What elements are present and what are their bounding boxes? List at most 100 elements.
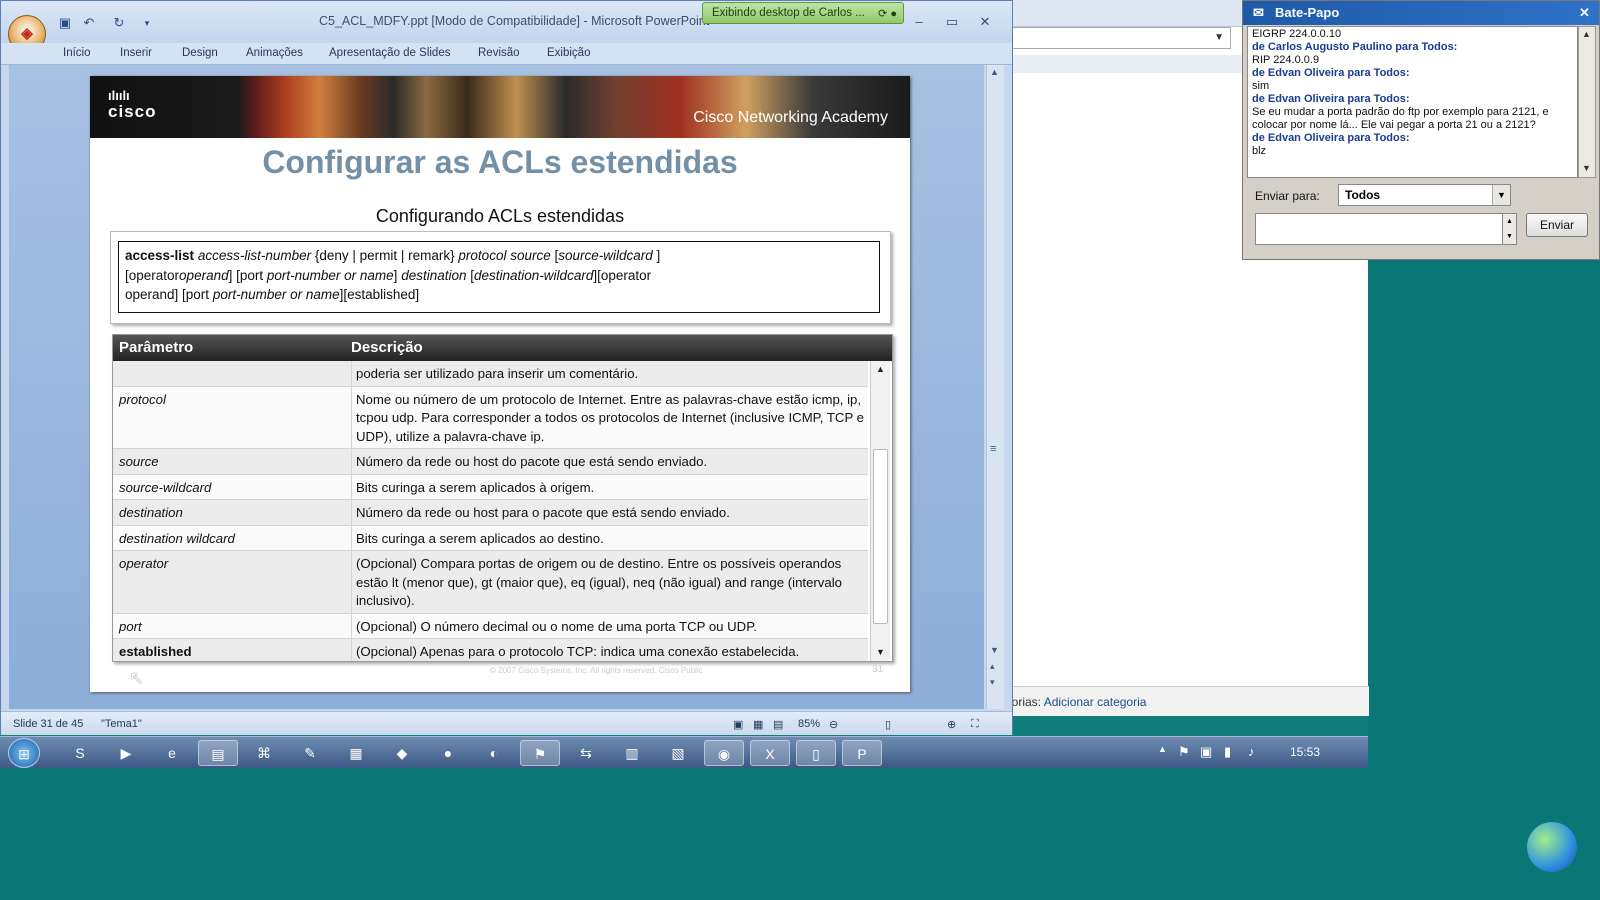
- header-descricao: Descrição: [351, 339, 423, 356]
- chat-message: EIGRP 224.0.0.10: [1252, 28, 1342, 40]
- table-row: destination wildcard Bits curinga a serem…: [113, 525, 868, 551]
- customize-qat-icon[interactable]: ▾: [139, 15, 155, 31]
- chat-sender: de Carlos Augusto Paulino para Todos:: [1252, 41, 1458, 53]
- category-footer: gorias: Adicionar categoria: [1001, 686, 1369, 716]
- scroll-thumb[interactable]: ≡: [990, 443, 996, 455]
- excel-icon[interactable]: X: [750, 740, 790, 766]
- close-icon[interactable]: ✕: [1579, 5, 1590, 21]
- tab-animacoes[interactable]: Animações: [246, 47, 303, 59]
- slide-footer: © 2007 Cisco Systems, Inc. All rights re…: [490, 666, 703, 675]
- scroll-down-icon[interactable]: ▼: [876, 647, 885, 657]
- table-row: established (Opcional) Apenas para o prot…: [113, 639, 868, 661]
- tab-exibicao[interactable]: Exibição: [547, 47, 590, 59]
- message-spinner[interactable]: ▲ ▼: [1502, 213, 1517, 245]
- slide-page-number: 31: [872, 664, 884, 675]
- chevron-down-icon[interactable]: ▼: [1492, 185, 1510, 205]
- scroll-up-icon[interactable]: ▲: [876, 364, 885, 374]
- chat-bubble-icon: ✉: [1253, 5, 1264, 20]
- chat-sender: de Edvan Oliveira para Todos:: [1252, 132, 1410, 144]
- zoom-level[interactable]: 85%: [798, 718, 820, 730]
- slideshow-icon[interactable]: ▤: [773, 718, 783, 731]
- tab-revisao[interactable]: Revisão: [478, 47, 520, 59]
- chat-title-bar: ✉ Bate-Papo ✕: [1243, 1, 1599, 25]
- packet-tracer-icon[interactable]: ⚑: [520, 740, 560, 766]
- previous-slide-icon[interactable]: ▴: [990, 661, 995, 672]
- skype-icon[interactable]: S: [60, 740, 100, 766]
- close-button[interactable]: ✕: [972, 13, 998, 31]
- media-player-icon[interactable]: ▶: [106, 740, 146, 766]
- chat-message: RIP 224.0.0.9: [1252, 54, 1320, 66]
- flag-icon[interactable]: ⚑: [1178, 744, 1190, 760]
- table-row: protocol Nome ou número de um protocolo d…: [113, 386, 868, 449]
- table-header: Parâmetro Descrição: [113, 335, 892, 361]
- vertical-scrollbar[interactable]: ▲ ≡ ▼ ▴ ▾: [986, 65, 1004, 709]
- start-button[interactable]: ⊞: [8, 738, 40, 768]
- tab-inserir[interactable]: Inserir: [120, 47, 152, 59]
- scroll-up-icon[interactable]: ▲: [990, 67, 999, 77]
- notepad-icon[interactable]: ▯: [796, 740, 836, 766]
- sharing-indicator[interactable]: Exibindo desktop de Carlos ... ⟳ ●: [702, 2, 904, 24]
- chevron-down-icon: ▼: [1214, 32, 1224, 43]
- globe-logo: [1527, 822, 1577, 872]
- table-row: source Número da rede ou host do pacote q…: [113, 449, 868, 475]
- chat-message: blz: [1252, 145, 1267, 157]
- table-row: destination Número da rede ou host para o…: [113, 500, 868, 526]
- tab-inicio[interactable]: Início: [63, 47, 91, 59]
- refresh-stop-icon[interactable]: ⟳ ●: [878, 7, 897, 20]
- next-slide-icon[interactable]: ▾: [990, 677, 995, 688]
- app6-icon[interactable]: ▧: [658, 740, 698, 766]
- device-icon[interactable]: ▣: [1200, 744, 1212, 760]
- table-row: port (Opcional) O número decimal ou o nom…: [113, 613, 868, 639]
- table-row: source-wildcard Bits curinga a serem apli…: [113, 474, 868, 500]
- syntax-box: access-list access-list-number {deny | p…: [110, 231, 891, 324]
- redo-icon[interactable]: ↻: [111, 15, 127, 31]
- add-category-link[interactable]: Adicionar categoria: [1044, 695, 1147, 709]
- app-icon[interactable]: ◆: [382, 740, 422, 766]
- chat-scrollbar[interactable]: ▲ ▼: [1578, 26, 1596, 178]
- header-parametro: Parâmetro: [119, 339, 194, 356]
- tool-icon[interactable]: ✎: [290, 740, 330, 766]
- chat-title: Bate-Papo: [1275, 5, 1340, 20]
- chat-window: ✉ Bate-Papo ✕ EIGRP 224.0.0.10 de Carlos…: [1242, 0, 1600, 260]
- chat-message-input[interactable]: [1255, 213, 1503, 245]
- calculator-icon[interactable]: ▦: [336, 740, 376, 766]
- clock[interactable]: 15:53: [1290, 745, 1320, 759]
- scroll-down-icon[interactable]: ▼: [1582, 163, 1591, 173]
- app5-icon[interactable]: ▥: [612, 740, 652, 766]
- slide-sorter-icon[interactable]: ▦: [753, 718, 763, 731]
- volume-icon[interactable]: ♪: [1248, 744, 1255, 759]
- network-icon[interactable]: ⌘: [244, 740, 284, 766]
- internet-explorer-icon[interactable]: e: [152, 740, 192, 766]
- scroll-down-icon[interactable]: ▼: [990, 645, 999, 655]
- send-to-select[interactable]: Todos ▼: [1338, 184, 1511, 206]
- zoom-slider[interactable]: ▯: [885, 718, 891, 731]
- normal-view-icon[interactable]: ▣: [733, 718, 743, 731]
- save-icon[interactable]: ▣: [57, 15, 73, 31]
- background-dropdown[interactable]: ▼: [1001, 27, 1231, 49]
- zoom-in-icon[interactable]: ⊕: [947, 718, 956, 731]
- scroll-thumb[interactable]: [873, 449, 888, 624]
- undo-icon[interactable]: ↶: [81, 15, 97, 31]
- theme-indicator: "Tema1": [101, 718, 142, 730]
- send-to-label: Enviar para:: [1255, 189, 1320, 203]
- app2-icon[interactable]: ●: [428, 740, 468, 766]
- fit-window-icon[interactable]: ⛶: [971, 718, 979, 731]
- tab-design[interactable]: Design: [182, 47, 218, 59]
- scroll-up-icon[interactable]: ▲: [1582, 29, 1591, 39]
- maximize-button[interactable]: ▭: [939, 13, 965, 31]
- powerpoint-taskbar-icon[interactable]: P: [842, 740, 882, 766]
- zoom-out-icon[interactable]: ⊖: [829, 718, 838, 731]
- tray-expand-icon[interactable]: ▲: [1158, 744, 1167, 754]
- explorer-icon[interactable]: ▤: [198, 740, 238, 766]
- send-button[interactable]: Enviar: [1526, 213, 1588, 237]
- app3-icon[interactable]: ◐: [474, 740, 514, 766]
- table-scrollbar[interactable]: ▲ ▼: [870, 361, 890, 661]
- slide: ılıılı cisco Cisco Networking Academy Con…: [90, 76, 910, 692]
- minimize-button[interactable]: –: [906, 13, 932, 31]
- app4-icon[interactable]: ⇆: [566, 740, 606, 766]
- tab-apresentacao[interactable]: Apresentação de Slides: [329, 47, 450, 59]
- slide-indicator: Slide 31 de 45: [13, 718, 84, 730]
- signal-icon[interactable]: ▮: [1224, 744, 1231, 760]
- chrome-icon[interactable]: ◉: [704, 740, 744, 766]
- slide-subtitle: Configurando ACLs estendidas: [375, 206, 625, 226]
